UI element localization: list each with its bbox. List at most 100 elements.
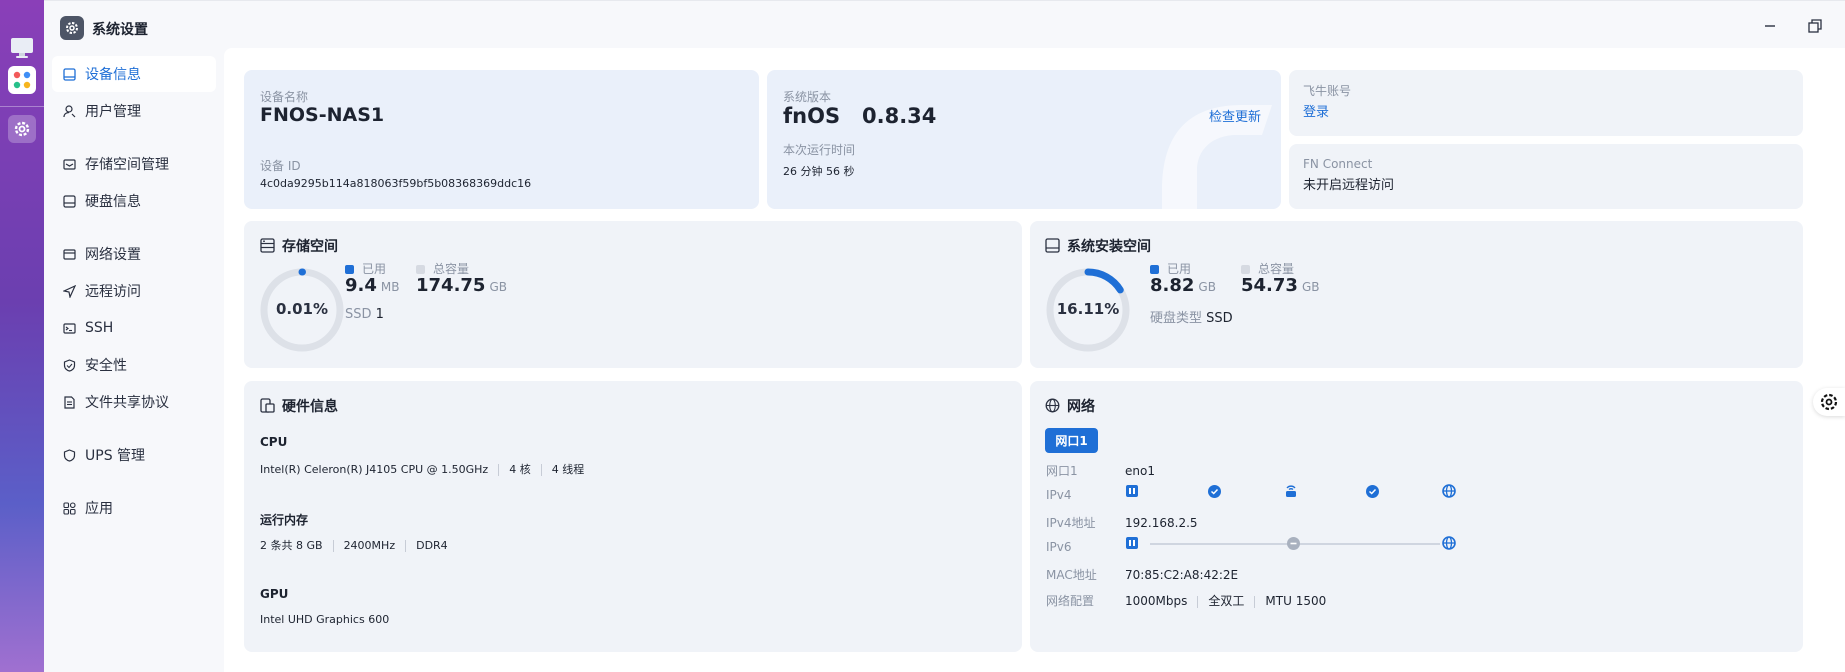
internet-globe-icon [1442,484,1456,502]
tab-port-1[interactable]: 网口1 [1045,428,1098,453]
sidebar-item-label: UPS 管理 [85,448,146,464]
storage-used-value: 9.4 MB [345,275,400,296]
check-circle-icon [1208,485,1221,502]
storage-card: 存储空间 0.01% 已用 9.4 MB 总容量 174.75 GB SSD 1 [244,221,1022,368]
sidebar-item-security[interactable]: 安全性 [52,347,216,383]
device-name-value: FNOS-NAS1 [260,104,385,126]
storage-ssd-count: SSD 1 [345,307,384,322]
memory-info: 2 条共 8 GB 2400MHz DDR4 [260,539,448,552]
send-icon [62,284,76,298]
gpu-label: GPU [260,587,289,601]
sidebar-item-label: 网络设置 [85,247,141,263]
network-settings-icon [62,247,76,261]
system-space-percent: 16.11% [1056,300,1120,318]
drive-icon [1045,238,1061,254]
check-update-link[interactable]: 检查更新 [1209,106,1261,125]
system-version-card: 系统版本 fnOS 0.8.34 检查更新 本次运行时间 26 分钟 56 秒 [767,70,1281,209]
sidebar-item-label: 硬盘信息 [85,194,141,210]
sidebar-item-label: SSH [85,320,114,336]
sidebar-item-ups[interactable]: UPS 管理 [52,437,216,473]
sidebar-item-label: 设备信息 [85,67,141,83]
network-title: 网络 [1045,396,1095,416]
sidebar-item-apps[interactable]: 应用 [52,490,216,526]
ipv4-address-row: IPv4地址 192.168.2.5 [1046,516,1198,530]
storage-list-icon [260,238,276,254]
sidebar-item-label: 存储空间管理 [85,157,169,173]
minimize-button[interactable] [1761,17,1779,35]
system-space-usage-ring: 16.11% [1045,267,1131,353]
sidebar-item-device-info[interactable]: 设备信息 [52,56,216,92]
fn-connect-status: 未开启远程访问 [1303,178,1395,193]
system-space-title: 系统安装空间 [1045,236,1151,256]
sidebar-item-label: 安全性 [85,358,127,374]
system-space-title-text: 系统安装空间 [1067,239,1151,255]
ethernet-port-icon [1125,484,1139,502]
system-space-used-value: 8.82 GB [1150,275,1216,296]
storage-title: 存储空间 [260,236,338,256]
maximize-button[interactable] [1806,17,1824,35]
router-icon [1284,483,1298,502]
cpu-info: Intel(R) Celeron(R) J4105 CPU @ 1.50GHz 4… [260,463,585,476]
fn-connect-label: FN Connect [1303,157,1373,171]
hardware-icon [260,398,276,414]
monitor-app-icon[interactable] [8,34,36,62]
device-name-card: 设备名称 FNOS-NAS1 设备 ID 4c0da9295b114a81806… [244,70,759,209]
storage-total-value: 174.75 GB [416,275,507,296]
disk-icon [62,194,76,208]
storage-usage-ring: 0.01% [259,267,345,353]
ups-shield-icon [62,448,76,462]
sidebar-item-user-management[interactable]: 用户管理 [52,93,216,129]
floating-assistant-icon[interactable] [1813,388,1845,416]
sidebar-item-remote-access[interactable]: 远程访问 [52,273,216,309]
system-space-card: 系统安装空间 16.11% 已用 8.82 GB 总容量 54.73 GB 硬盘类型… [1030,221,1803,368]
globe-icon [1045,398,1061,414]
app-dock [0,0,44,672]
dock-divider [0,106,44,107]
device-id-label: 设备 ID [260,159,301,173]
sidebar-item-file-sharing[interactable]: 文件共享协议 [52,384,216,420]
settings-sidebar: 设备信息 用户管理 存储空间管理 硬盘信息 网络设置 远程访问 SSH 安全性 [44,48,224,672]
ethernet-port-icon [1125,536,1139,554]
app-center-icon[interactable] [8,66,36,94]
ipv6-row: IPv6 [1046,540,1072,554]
disk-type: 硬盘类型 SSD [1150,311,1233,326]
fn-connect-card: FN Connect 未开启远程访问 [1289,144,1803,209]
storage-title-text: 存储空间 [282,239,338,255]
ipv4-row: IPv4 [1046,488,1072,502]
port-row: 网口1 eno1 [1046,464,1155,478]
uptime-value: 26 分钟 56 秒 [783,165,855,178]
login-link[interactable]: 登录 [1303,101,1329,120]
device-name-label: 设备名称 [260,90,309,104]
gear-icon [60,16,84,40]
ipv4-connection-path [1125,483,1485,501]
mac-row: MAC地址 70:85:C2:A8:42:2E [1046,568,1239,582]
sidebar-item-ssh[interactable]: SSH [52,310,216,346]
document-icon [62,395,76,409]
storage-percent: 0.01% [275,300,329,318]
network-config-row: 网络配置 1000Mbps 全双工 MTU 1500 [1046,594,1327,608]
settings-window: 系统设置 设备信息 用户管理 存储空间管理 硬盘信息 网络设置 远程访问 SSH… [44,0,1845,672]
fn-account-label: 飞牛账号 [1303,84,1352,98]
gpu-info: Intel UHD Graphics 600 [260,613,390,626]
cpu-label: CPU [260,435,288,449]
device-info-panel: 设备名称 FNOS-NAS1 设备 ID 4c0da9295b114a81806… [224,48,1845,672]
ipv6-connection-path [1125,535,1485,553]
sidebar-item-label: 用户管理 [85,104,141,120]
title-bar: 系统设置 [44,0,1845,48]
apps-grid-icon [62,501,76,515]
sidebar-item-label: 文件共享协议 [85,395,169,411]
sidebar-item-storage-management[interactable]: 存储空间管理 [52,146,216,182]
system-version-label: 系统版本 [783,90,832,104]
network-card: 网络 网口1 网口1 eno1 IPv4 IPv4地址 192.168.2.5 IP… [1030,381,1803,652]
system-space-total-value: 54.73 GB [1241,275,1320,296]
system-version-value: fnOS 0.8.34 [783,104,937,128]
device-id-value: 4c0da9295b114a818063f59bf5b08368369ddc16 [260,177,532,190]
shield-icon [62,358,76,372]
network-title-text: 网络 [1067,399,1095,415]
user-icon [62,104,76,118]
sidebar-item-disk-info[interactable]: 硬盘信息 [52,183,216,219]
uptime-label: 本次运行时间 [783,143,856,157]
sidebar-item-network-settings[interactable]: 网络设置 [52,236,216,272]
hardware-title: 硬件信息 [260,396,338,416]
settings-app-icon[interactable] [8,115,36,143]
